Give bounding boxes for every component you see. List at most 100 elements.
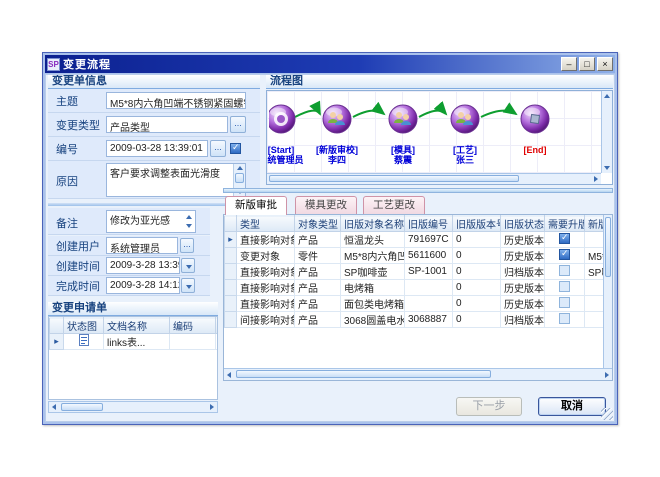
grid-hscrollbar[interactable] bbox=[224, 368, 612, 380]
remark-scroll-up-icon[interactable] bbox=[186, 215, 192, 219]
col-obj-type[interactable]: 对象类型 bbox=[295, 216, 341, 232]
flow-label-end: [End] bbox=[495, 135, 575, 155]
subject-input[interactable]: M5*8内六角凹端不锈钢紧固螺钉 bbox=[106, 92, 246, 109]
next-button[interactable]: 下一步 bbox=[456, 397, 522, 416]
change-type-row: 变更类型 产品类型 ... bbox=[48, 113, 260, 137]
col-new-name[interactable]: 新版 bbox=[585, 216, 604, 232]
window-title: 变更流程 bbox=[63, 56, 111, 72]
flow-node-mould[interactable] bbox=[389, 105, 417, 133]
grid-vscrollbar[interactable] bbox=[603, 215, 612, 369]
reason-row: 原因 客户要求调整表面光滑度 bbox=[48, 161, 260, 199]
create-time-label: 创建时间 bbox=[48, 258, 106, 274]
table-row[interactable]: ▸ 直接影响对象产品 电烤箱 0历史版本 bbox=[225, 280, 604, 296]
scroll-down-icon[interactable] bbox=[604, 166, 610, 170]
cancel-button[interactable]: 取消 bbox=[538, 397, 606, 416]
flow-arrow-2 bbox=[353, 111, 384, 117]
table-row[interactable]: ▸ 直接影响对象产品 恒温龙头791697C 0历史版本 bbox=[225, 232, 604, 248]
tab-new-version-approval[interactable]: 新版审批 bbox=[225, 196, 287, 215]
request-col-status[interactable]: 状态图 bbox=[64, 318, 104, 334]
left-panel-header: 变更单信息 bbox=[48, 75, 260, 89]
maximize-button[interactable]: □ bbox=[579, 57, 595, 71]
request-col-docname[interactable]: 文档名称 bbox=[104, 318, 170, 334]
remark-scroll-down-icon[interactable] bbox=[186, 224, 192, 228]
scroll-right-icon[interactable] bbox=[594, 176, 598, 182]
scroll-right-icon[interactable] bbox=[210, 404, 214, 410]
col-old-no[interactable]: 旧版编号 bbox=[405, 216, 453, 232]
request-col-code[interactable]: 编码 bbox=[170, 318, 216, 334]
table-row[interactable]: ▸ 间接影响对象产品 3068圆盖电水壶3068887 0归档版本 bbox=[225, 312, 604, 328]
current-row-arrow: ▸ bbox=[228, 234, 233, 244]
subject-label: 主题 bbox=[48, 93, 106, 109]
tab-mould-change[interactable]: 模具更改 bbox=[295, 196, 357, 214]
number-checkbox[interactable] bbox=[230, 143, 241, 154]
document-icon bbox=[79, 334, 89, 346]
col-old-name[interactable]: 旧版对象名称 bbox=[341, 216, 405, 232]
scroll-right-icon[interactable] bbox=[605, 372, 609, 378]
col-upgrade[interactable]: 需要升版 bbox=[545, 216, 585, 232]
flow-node-start[interactable] bbox=[269, 105, 295, 133]
creator-picker-button[interactable]: ... bbox=[180, 238, 194, 253]
tab-strip: 新版审批 模具更改 工艺更改 bbox=[223, 196, 613, 214]
upgrade-checkbox[interactable] bbox=[559, 281, 570, 292]
remark-text: 修改为亚光感 bbox=[110, 216, 170, 227]
flow-hscrollbar[interactable] bbox=[267, 173, 601, 184]
window-body: 变更单信息 主题 M5*8内六角凹端不锈钢紧固螺钉 变更类型 产品类型 ... … bbox=[45, 74, 615, 422]
impact-grid-panel: 类型 对象类型 旧版对象名称 旧版编号 旧版版本号 旧版状态 需要升版 新版 ▸… bbox=[223, 214, 613, 381]
table-row[interactable]: ▸ 变更对象零件 M5*8内六角凹...5611600 0历史版本 M5*8内 bbox=[225, 248, 604, 264]
finish-time-label: 完成时间 bbox=[48, 278, 106, 294]
number-picker-button[interactable]: ... bbox=[210, 140, 226, 157]
scroll-up-icon[interactable] bbox=[237, 166, 243, 170]
resize-grip[interactable] bbox=[601, 408, 613, 420]
creator-input[interactable]: 系统管理员 bbox=[106, 237, 178, 254]
table-row[interactable]: ▸ 直接影响对象产品 面包类电烤箱 0历史版本 bbox=[225, 296, 604, 312]
request-type: 普通 bbox=[216, 334, 219, 350]
flow-arrow-3 bbox=[419, 111, 446, 117]
title-bar[interactable]: SP 变更流程 – □ × bbox=[45, 55, 615, 73]
request-row[interactable]: ▸ links表... 普通 bbox=[50, 334, 219, 350]
table-row[interactable]: ▸ 直接影响对象产品 SP咖啡壶SP-1001 0归档版本 SP咖 bbox=[225, 264, 604, 280]
upgrade-checkbox[interactable] bbox=[559, 233, 570, 244]
reason-label: 原因 bbox=[48, 161, 106, 189]
reason-text: 客户要求调整表面光滑度 bbox=[110, 169, 220, 180]
request-list-hscrollbar[interactable] bbox=[48, 401, 218, 413]
scroll-left-icon[interactable] bbox=[227, 372, 231, 378]
create-time-dropdown[interactable] bbox=[181, 258, 195, 273]
scroll-left-icon[interactable] bbox=[52, 404, 56, 410]
upgrade-checkbox[interactable] bbox=[559, 265, 570, 276]
upgrade-checkbox[interactable] bbox=[559, 249, 570, 260]
scroll-up-icon[interactable] bbox=[604, 94, 610, 98]
horizontal-splitter[interactable] bbox=[223, 188, 613, 193]
flow-arrow-4 bbox=[481, 111, 516, 117]
creator-row: 创建用户 系统管理员 ... bbox=[48, 236, 210, 256]
col-old-status[interactable]: 旧版状态 bbox=[501, 216, 545, 232]
flow-node-end[interactable] bbox=[521, 105, 549, 133]
flow-label-craft: [工艺]张三 bbox=[425, 135, 505, 165]
tab-craft-change[interactable]: 工艺更改 bbox=[363, 196, 425, 214]
create-time-input[interactable]: 2009-3-28 13:39:01 bbox=[106, 257, 180, 274]
create-time-row: 创建时间 2009-3-28 13:39:01 bbox=[48, 256, 210, 276]
change-type-input[interactable]: 产品类型 bbox=[106, 116, 228, 133]
minimize-button[interactable]: – bbox=[561, 57, 577, 71]
flow-canvas[interactable]: [Start]系统管理员 [新版审校]李四 [模具]蔡震 [工艺]张三 [End… bbox=[266, 90, 613, 185]
app-icon: SP bbox=[47, 58, 60, 71]
number-row: 编号 2009-03-28 13:39:01 ... bbox=[48, 137, 260, 161]
request-col-extra[interactable] bbox=[216, 318, 219, 334]
number-input[interactable]: 2009-03-28 13:39:01 bbox=[106, 140, 208, 157]
flow-node-craft[interactable] bbox=[451, 105, 479, 133]
chevron-down-icon bbox=[186, 285, 192, 289]
finish-time-dropdown[interactable] bbox=[181, 278, 195, 293]
remark-textarea[interactable]: 修改为亚光感 bbox=[106, 210, 196, 233]
change-type-picker-button[interactable]: ... bbox=[230, 116, 246, 133]
close-button[interactable]: × bbox=[597, 57, 613, 71]
change-type-label: 变更类型 bbox=[48, 117, 106, 133]
col-old-ver[interactable]: 旧版版本号 bbox=[453, 216, 501, 232]
number-label: 编号 bbox=[48, 141, 106, 157]
upgrade-checkbox[interactable] bbox=[559, 313, 570, 324]
finish-time-input[interactable]: 2009-3-28 14:12:50 bbox=[106, 277, 180, 294]
flow-node-review[interactable] bbox=[323, 105, 351, 133]
change-process-window: SP 变更流程 – □ × 变更单信息 主题 M5*8内六角凹端不锈钢紧固螺钉 … bbox=[42, 52, 618, 425]
flow-vscrollbar[interactable] bbox=[601, 91, 612, 173]
col-type[interactable]: 类型 bbox=[237, 216, 295, 232]
upgrade-checkbox[interactable] bbox=[559, 297, 570, 308]
subject-row: 主题 M5*8内六角凹端不锈钢紧固螺钉 bbox=[48, 89, 260, 113]
